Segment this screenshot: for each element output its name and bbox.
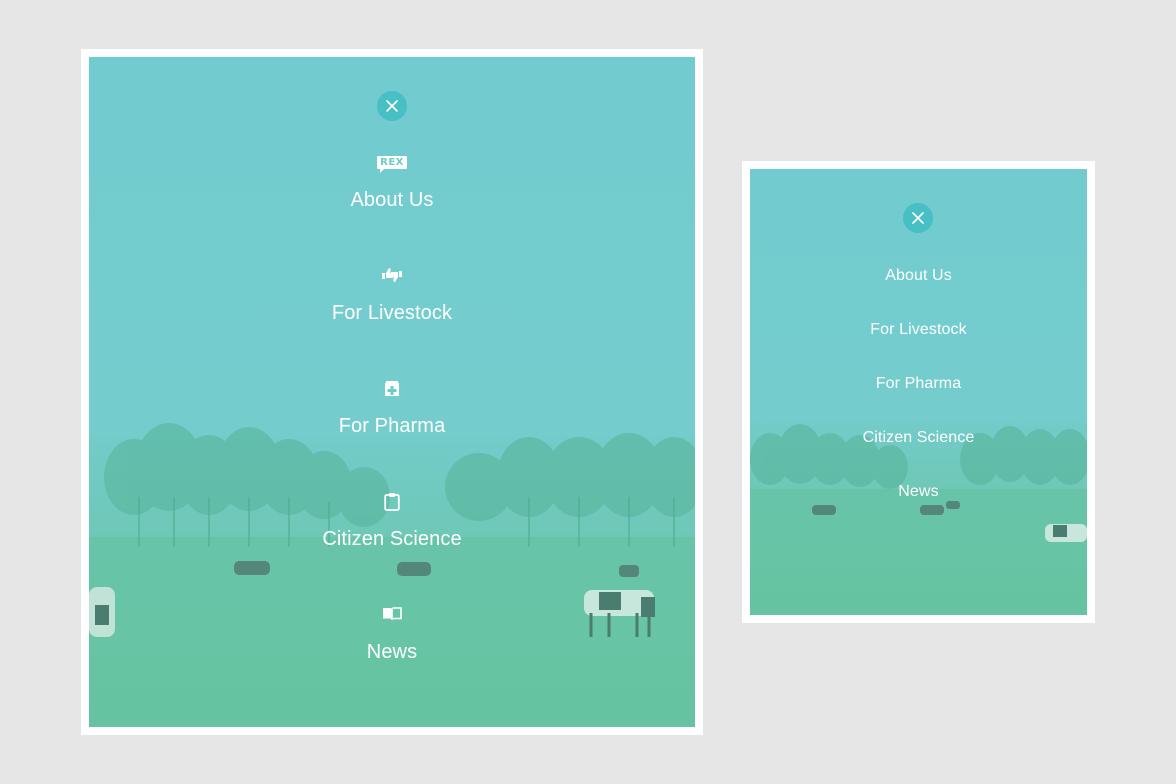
menu-item-label: For Livestock	[870, 321, 967, 338]
menu-screen-mobile: About Us For Livestock For Pharma Citize…	[750, 169, 1087, 615]
menu-item-label: For Pharma	[338, 415, 446, 437]
menu-item-citizen-science[interactable]: Citizen Science	[750, 429, 1087, 447]
menu-item-label: Citizen Science	[862, 429, 975, 446]
menu-item-citizen-science[interactable]: Citizen Science	[89, 490, 695, 551]
menu-screen-tablet: REX About Us For Livestock For Pharma Ci…	[89, 57, 695, 727]
menu-item-for-pharma[interactable]: For Pharma	[750, 375, 1087, 393]
open-book-icon	[382, 603, 402, 625]
pharmacy-icon	[384, 377, 400, 399]
close-icon	[386, 100, 398, 112]
rex-logo-icon: REX	[377, 151, 407, 173]
menu-item-label: Citizen Science	[322, 528, 462, 550]
menu-item-label: News	[366, 641, 418, 663]
thumbs-up-down-icon	[381, 264, 403, 286]
menu-item-label: About Us	[350, 189, 434, 211]
menu-item-label: For Pharma	[875, 375, 962, 392]
menu-item-about-us[interactable]: About Us	[750, 267, 1087, 285]
mobile-preview-frame: About Us For Livestock For Pharma Citize…	[742, 161, 1095, 623]
close-icon	[912, 212, 924, 224]
menu-item-label: About Us	[885, 267, 952, 284]
close-button[interactable]	[903, 203, 933, 233]
menu-item-label: News	[898, 483, 939, 500]
menu-item-news[interactable]: News	[750, 483, 1087, 501]
navigation-menu: REX About Us For Livestock For Pharma Ci…	[89, 57, 695, 727]
menu-item-for-pharma[interactable]: For Pharma	[89, 377, 695, 438]
menu-item-for-livestock[interactable]: For Livestock	[750, 321, 1087, 339]
clipboard-icon	[384, 490, 400, 512]
tablet-preview-frame: REX About Us For Livestock For Pharma Ci…	[81, 49, 703, 735]
menu-item-news[interactable]: News	[89, 603, 695, 664]
navigation-menu: About Us For Livestock For Pharma Citize…	[750, 169, 1087, 615]
menu-item-label: For Livestock	[331, 302, 453, 324]
menu-item-about-us[interactable]: REX About Us	[89, 151, 695, 212]
menu-item-for-livestock[interactable]: For Livestock	[89, 264, 695, 325]
close-button[interactable]	[377, 91, 407, 121]
